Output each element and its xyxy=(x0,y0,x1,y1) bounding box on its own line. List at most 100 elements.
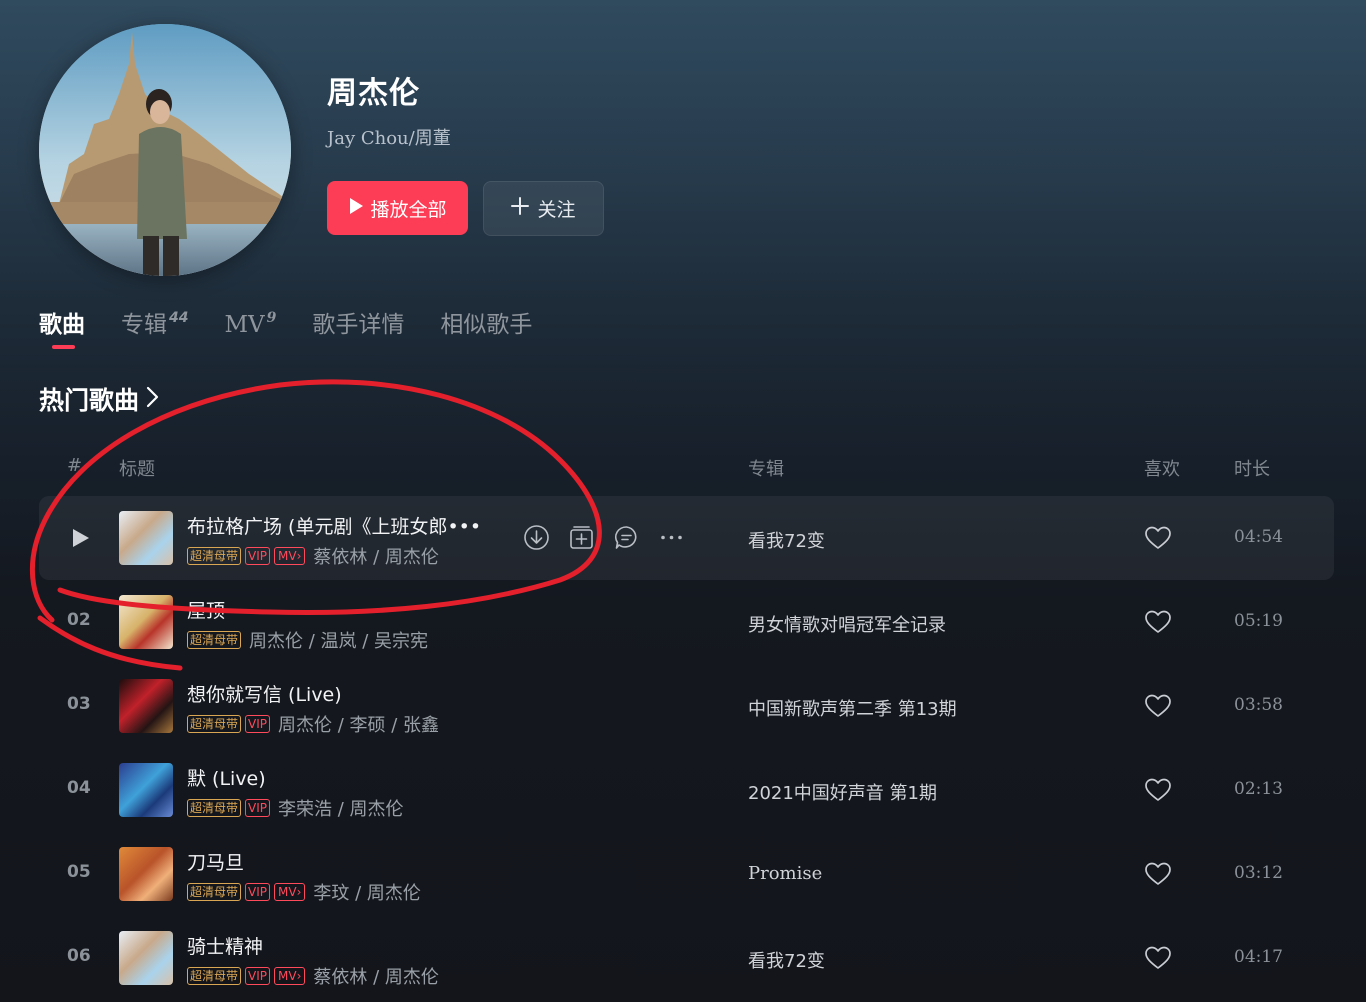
sq-tag: 超清母带 xyxy=(187,715,242,733)
song-index: 05 xyxy=(67,862,91,882)
tab-songs[interactable]: 歌曲 xyxy=(39,308,85,349)
vip-tag: VIP xyxy=(245,715,270,733)
song-artists[interactable]: 蔡依林 / 周杰伦 xyxy=(313,543,439,569)
tab-albums[interactable]: 专辑 44 xyxy=(121,308,188,345)
hot-songs-title[interactable]: 热门歌曲 xyxy=(39,381,159,417)
song-artists[interactable]: 周杰伦 / 李硕 / 张鑫 xyxy=(278,711,439,737)
song-album[interactable]: 男女情歌对唱冠军全记录 xyxy=(748,611,946,637)
play-icon xyxy=(348,197,364,220)
song-duration: 04:17 xyxy=(1234,947,1283,967)
song-duration: 03:12 xyxy=(1234,863,1283,883)
song-row[interactable]: 04 默 (Live) 超清母带 VIP 李荣浩 / 周杰伦 2021中国好声音… xyxy=(39,748,1334,832)
heart-icon[interactable] xyxy=(1144,609,1172,635)
chevron-right-icon xyxy=(145,385,159,414)
album-cover[interactable] xyxy=(119,763,173,817)
more-icon[interactable] xyxy=(658,524,685,551)
sq-tag: 超清母带 xyxy=(187,547,242,565)
heart-icon[interactable] xyxy=(1144,777,1172,803)
song-index: 03 xyxy=(67,694,91,714)
artist-avatar xyxy=(39,24,291,276)
tab-label: 歌曲 xyxy=(39,312,85,338)
tab-count: 9 xyxy=(266,310,277,326)
song-row[interactable]: 02 屋顶 超清母带 周杰伦 / 温岚 / 吴宗宪 男女情歌对唱冠军全记录 05… xyxy=(39,580,1334,664)
song-duration: 04:54 xyxy=(1234,527,1283,547)
play-all-button[interactable]: 播放全部 xyxy=(327,181,468,235)
play-all-label: 播放全部 xyxy=(370,198,447,221)
song-artists[interactable]: 蔡依林 / 周杰伦 xyxy=(313,963,439,989)
active-tab-indicator xyxy=(52,345,75,349)
tab-mv[interactable]: MV 9 xyxy=(224,308,276,345)
song-album[interactable]: 看我72变 xyxy=(748,947,825,973)
mv-tag[interactable]: MV› xyxy=(274,883,306,901)
add-to-playlist-icon[interactable] xyxy=(568,524,595,551)
artist-alias: Jay Chou/周董 xyxy=(327,128,451,149)
song-meta: 超清母带 VIP MV› 李玟 / 周杰伦 xyxy=(187,879,421,905)
song-artists[interactable]: 周杰伦 / 温岚 / 吴宗宪 xyxy=(249,627,428,653)
song-meta: 超清母带 VIP MV› 蔡依林 / 周杰伦 xyxy=(187,963,439,989)
sq-tag: 超清母带 xyxy=(187,967,242,985)
album-cover[interactable] xyxy=(119,679,173,733)
song-artists[interactable]: 李玟 / 周杰伦 xyxy=(313,879,421,905)
sq-tag: 超清母带 xyxy=(187,799,242,817)
section-title-label: 热门歌曲 xyxy=(39,386,140,415)
song-row[interactable]: 06 骑士精神 超清母带 VIP MV› 蔡依林 / 周杰伦 看我72变 04:… xyxy=(39,916,1334,1000)
album-cover[interactable] xyxy=(119,595,173,649)
mv-tag[interactable]: MV› xyxy=(274,547,306,565)
column-header-title: 标题 xyxy=(119,459,155,480)
song-artists[interactable]: 李荣浩 / 周杰伦 xyxy=(278,795,404,821)
song-duration: 05:19 xyxy=(1234,611,1283,631)
heart-icon[interactable] xyxy=(1144,861,1172,887)
song-row[interactable]: 布拉格广场 (单元剧《上班女郎••• 超清母带 VIP MV› 蔡依林 / 周杰… xyxy=(39,496,1334,580)
song-album[interactable]: 2021中国好声音 第1期 xyxy=(748,779,937,805)
tab-label: MV xyxy=(224,312,265,338)
heart-icon[interactable] xyxy=(1144,945,1172,971)
comment-icon[interactable] xyxy=(613,524,640,551)
song-duration: 02:13 xyxy=(1234,779,1283,799)
heart-icon[interactable] xyxy=(1144,525,1172,551)
mv-tag-label: MV xyxy=(278,969,297,983)
song-meta: 超清母带 周杰伦 / 温岚 / 吴宗宪 xyxy=(187,627,428,653)
song-title[interactable]: 想你就写信 (Live) xyxy=(187,680,342,707)
song-row[interactable]: 03 想你就写信 (Live) 超清母带 VIP 周杰伦 / 李硕 / 张鑫 中… xyxy=(39,664,1334,748)
mv-tag[interactable]: MV› xyxy=(274,967,306,985)
song-row[interactable]: 05 刀马旦 超清母带 VIP MV› 李玟 / 周杰伦 Promise 03:… xyxy=(39,832,1334,916)
album-cover[interactable] xyxy=(119,931,173,985)
song-duration: 03:58 xyxy=(1234,695,1283,715)
column-header-album: 专辑 xyxy=(748,459,784,480)
song-meta: 超清母带 VIP 周杰伦 / 李硕 / 张鑫 xyxy=(187,711,439,737)
song-title[interactable]: 骑士精神 xyxy=(187,932,263,959)
sq-tag: 超清母带 xyxy=(187,631,242,649)
song-index: 06 xyxy=(67,946,91,966)
column-header-duration: 时长 xyxy=(1234,459,1270,480)
song-album[interactable]: 看我72变 xyxy=(748,527,825,553)
album-cover[interactable] xyxy=(119,511,173,565)
vip-tag: VIP xyxy=(245,883,270,901)
song-title[interactable]: 默 (Live) xyxy=(187,764,266,791)
song-album[interactable]: Promise xyxy=(748,863,822,884)
row-actions xyxy=(523,524,685,551)
album-cover[interactable] xyxy=(119,847,173,901)
tab-count: 44 xyxy=(169,310,189,326)
song-title[interactable]: 刀马旦 xyxy=(187,848,244,875)
song-meta: 超清母带 VIP 李荣浩 / 周杰伦 xyxy=(187,795,404,821)
download-icon[interactable] xyxy=(523,524,550,551)
tab-similar-artists[interactable]: 相似歌手 xyxy=(440,308,532,342)
song-title[interactable]: 布拉格广场 (单元剧《上班女郎••• xyxy=(187,512,481,539)
vip-tag: VIP xyxy=(245,967,270,985)
mv-tag-label: MV xyxy=(278,549,297,563)
song-title[interactable]: 屋顶 xyxy=(187,596,225,623)
artist-name: 周杰伦 xyxy=(327,76,420,111)
play-icon[interactable] xyxy=(70,528,90,548)
plus-icon xyxy=(511,197,530,220)
song-album[interactable]: 中国新歌声第二季 第13期 xyxy=(748,695,957,721)
vip-tag: VIP xyxy=(245,547,270,565)
tab-artist-details[interactable]: 歌手详情 xyxy=(312,308,404,342)
song-index: 04 xyxy=(67,778,91,798)
vip-tag: VIP xyxy=(245,799,270,817)
sq-tag: 超清母带 xyxy=(187,883,242,901)
follow-button[interactable]: 关注 xyxy=(483,181,604,236)
tab-label: 相似歌手 xyxy=(440,312,533,338)
heart-icon[interactable] xyxy=(1144,693,1172,719)
column-header-index: # xyxy=(67,455,83,476)
tab-label: 专辑 xyxy=(121,312,167,338)
